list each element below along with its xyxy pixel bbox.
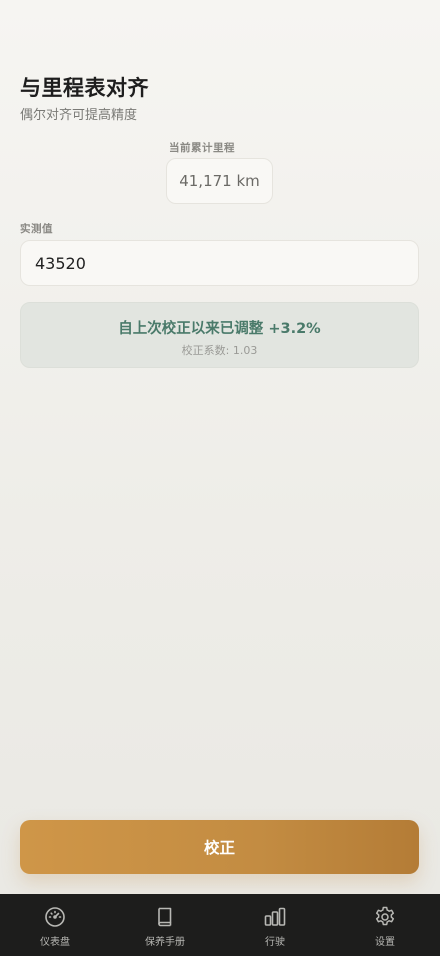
current-mileage-value: 41,171 km [166,158,273,204]
tab-driving[interactable]: 行驶 [220,894,330,956]
current-mileage-label: 当前累计里程 [169,142,235,154]
tab-bar: 仪表盘 保养手册 行驶 设置 [0,894,440,956]
tab-settings[interactable]: 设置 [330,894,440,956]
calibrate-button[interactable]: 校正 [20,820,419,874]
tab-dashboard-label: 仪表盘 [40,937,70,948]
page-title: 与里程表对齐 [20,76,149,100]
measured-value-label: 实测值 [20,223,53,235]
gear-icon [375,906,395,926]
tab-driving-label: 行驶 [265,937,285,948]
adjustment-info-text: 自上次校正以来已调整 +3.2% [118,321,321,337]
adjustment-info-card: 自上次校正以来已调整 +3.2% 校正系数: 1.03 [20,302,419,368]
book-icon [158,907,172,927]
gauge-icon [45,907,65,927]
measured-value-input[interactable] [20,240,419,286]
bar-chart-icon [264,907,286,926]
calibration-factor-text: 校正系数: 1.03 [181,344,258,357]
tab-dashboard[interactable]: 仪表盘 [0,894,110,956]
tab-settings-label: 设置 [375,937,395,948]
tab-maintenance-log-label: 保养手册 [145,937,185,948]
page-subtitle: 偶尔对齐可提高精度 [20,108,138,123]
tab-maintenance-log[interactable]: 保养手册 [110,894,220,956]
